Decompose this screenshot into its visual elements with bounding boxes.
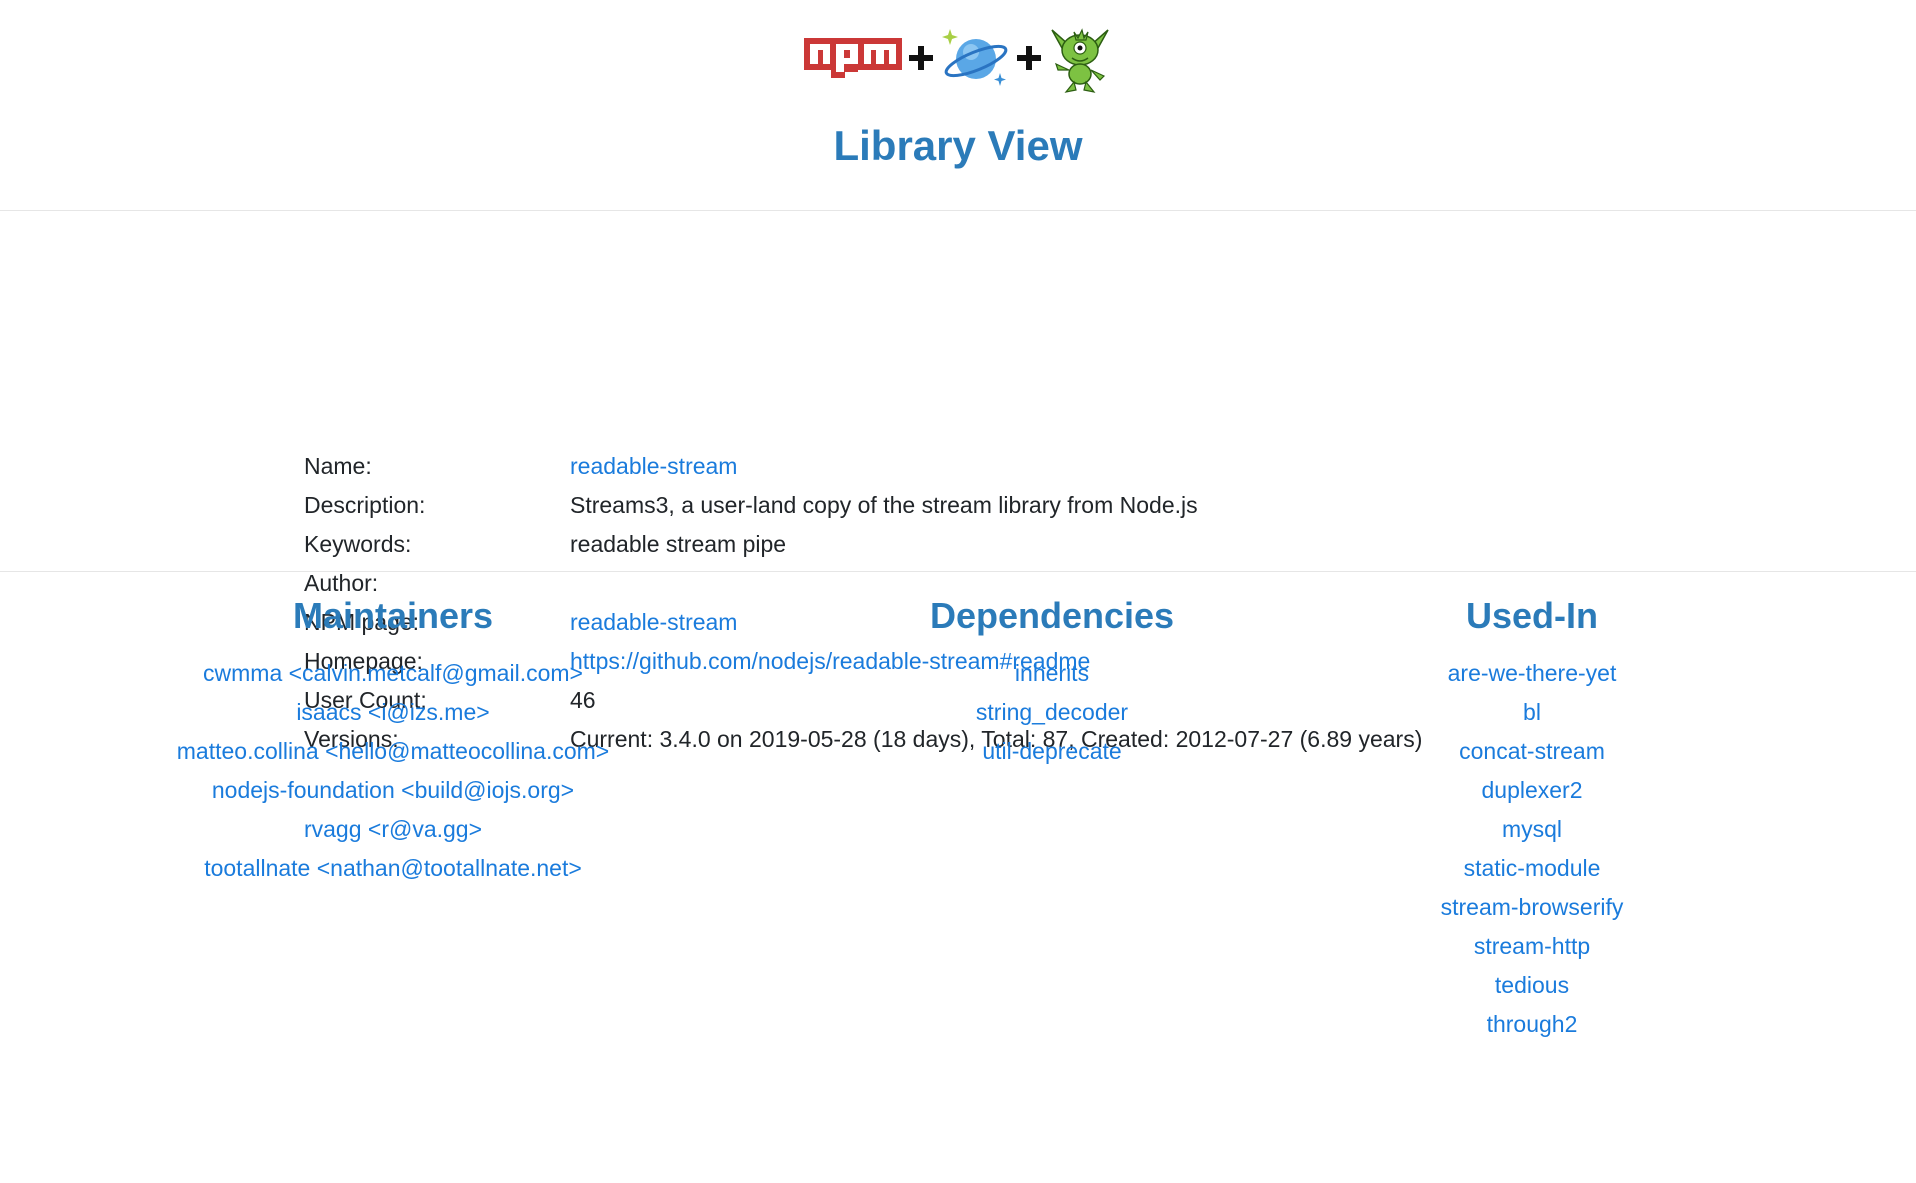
detail-row-description: Description: Streams3, a user-land copy … [304, 486, 1198, 525]
maintainer-link[interactable]: tootallnate <nathan@tootallnate.net> [93, 849, 693, 888]
used-in-heading: Used-In [1465, 595, 1598, 636]
npm-logo [804, 38, 902, 78]
dependencies-section: Dependencies inherits string_decoder uti… [852, 592, 1252, 771]
plus-icon [1017, 46, 1041, 70]
used-in-link[interactable]: mysql [1332, 810, 1732, 849]
dependencies-heading: Dependencies [929, 595, 1175, 636]
maintainers-heading: Maintainers [292, 595, 494, 636]
maintainers-section: Maintainers cwmma <calvin.metcalf@gmail.… [93, 592, 693, 888]
dependency-link[interactable]: string_decoder [852, 693, 1252, 732]
logo-strip [0, 22, 1916, 94]
used-in-link[interactable]: duplexer2 [1332, 771, 1732, 810]
name-label: Name: [304, 453, 372, 479]
detail-row-keywords: Keywords: readable stream pipe [304, 525, 786, 564]
used-in-link[interactable]: stream-browserify [1332, 888, 1732, 927]
library-details: Name: readable-stream Description: Strea… [0, 211, 1916, 752]
used-in-link[interactable]: are-we-there-yet [1332, 654, 1732, 693]
maintainer-link[interactable]: matteo.collina <hello@matteocollina.com> [93, 732, 693, 771]
name-link[interactable]: readable-stream [570, 453, 737, 480]
keywords-label: Keywords: [304, 531, 412, 557]
description-value: Streams3, a user-land copy of the stream… [570, 492, 1198, 518]
maintainer-link[interactable]: cwmma <calvin.metcalf@gmail.com> [93, 654, 693, 693]
gremlin-logo [1051, 28, 1109, 93]
used-in-section: Used-In are-we-there-yet bl concat-strea… [1332, 592, 1732, 1044]
used-in-link[interactable]: through2 [1332, 1005, 1732, 1044]
used-in-link[interactable]: bl [1332, 693, 1732, 732]
dependency-link[interactable]: inherits [852, 654, 1252, 693]
used-in-link[interactable]: concat-stream [1332, 732, 1732, 771]
maintainer-link[interactable]: nodejs-foundation <build@iojs.org> [93, 771, 693, 810]
used-in-link[interactable]: tedious [1332, 966, 1732, 1005]
plus-icon [909, 46, 933, 70]
dependency-link[interactable]: util-deprecate [852, 732, 1252, 771]
maintainer-link[interactable]: rvagg <r@va.gg> [93, 810, 693, 849]
page-header: Library View [0, 0, 1916, 211]
related-columns: Maintainers cwmma <calvin.metcalf@gmail.… [0, 572, 1916, 1182]
description-label: Description: [304, 492, 426, 518]
used-in-link[interactable]: static-module [1332, 849, 1732, 888]
detail-row-name: Name: readable-stream [304, 447, 737, 486]
cosmos-planet-logo [942, 29, 1008, 86]
keywords-value: readable stream pipe [570, 531, 787, 557]
used-in-link[interactable]: stream-http [1332, 927, 1732, 966]
maintainer-link[interactable]: isaacs <i@izs.me> [93, 693, 693, 732]
page-title: Library View [833, 122, 1083, 169]
